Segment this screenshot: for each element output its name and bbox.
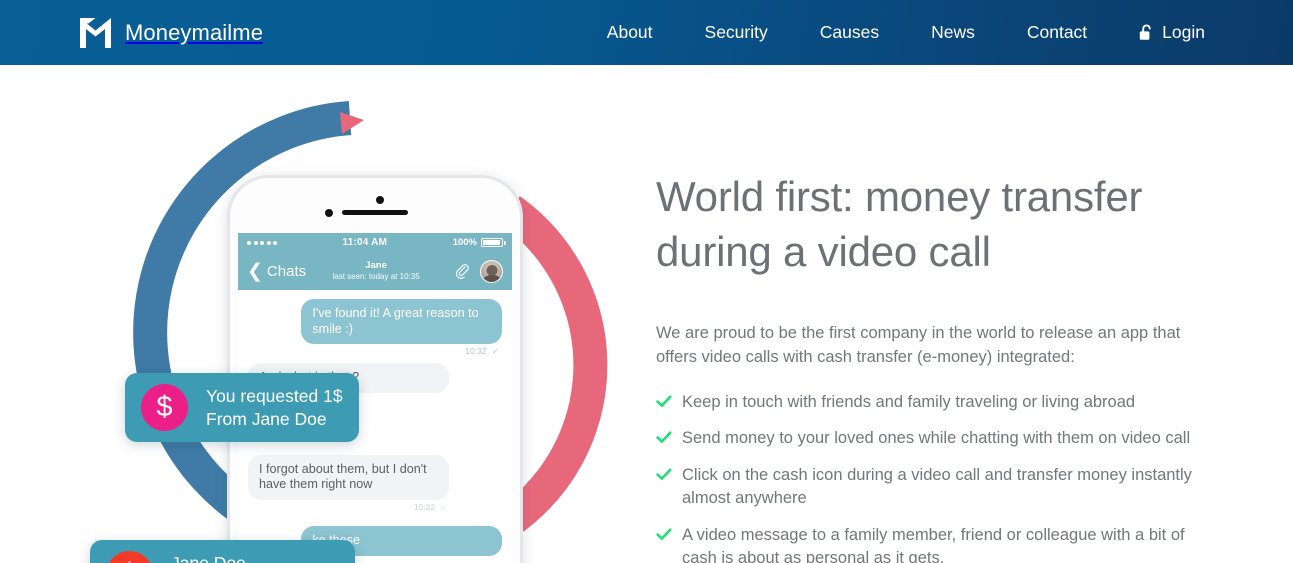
nav-item-security[interactable]: Security <box>705 22 768 43</box>
brand-name: Moneymailme <box>125 19 264 45</box>
nav-item-news[interactable]: News <box>931 22 975 43</box>
check-icon <box>656 468 672 480</box>
login-label: Login <box>1162 22 1205 42</box>
page-title: World first: money transfer during a vid… <box>656 173 1143 275</box>
chat-peer-last-seen: last seen: today at 10:35 <box>332 271 420 281</box>
open-padlock-icon <box>1139 24 1151 40</box>
site-header: Moneymailme About Security Causes News C… <box>0 0 1293 65</box>
status-bar-time: 11:04 AM <box>342 237 388 248</box>
chat-message-text: I forgot about them, but I don't have th… <box>248 454 449 501</box>
transaction-line-1: Jane Doe <box>171 552 339 563</box>
benefit-list-item: Click on the cash icon during a video ca… <box>656 464 1212 511</box>
hero-section: 11:04 AM 100% ❮ Chats Jane last seen: to… <box>0 65 1293 563</box>
paperclip-icon[interactable] <box>454 263 471 280</box>
check-icon <box>656 431 672 444</box>
chat-message-tick-icon: ○ <box>440 502 446 513</box>
benefit-list: Keep in touch with friends and family tr… <box>656 391 1236 563</box>
chat-message-meta: 10:32 ○ <box>248 502 449 512</box>
status-bar-battery: 100% <box>452 237 506 248</box>
transaction-card-denied[interactable]: $ Jane Doe Denied to Transfer 1$ <box>90 540 356 563</box>
chat-message-time: 10:32 <box>413 502 436 513</box>
chat-message-time: 10:32 <box>465 346 487 357</box>
signal-strength-dots-icon <box>247 240 277 245</box>
chevron-left-icon[interactable]: ❮ <box>247 262 263 281</box>
main-navigation: About Security Causes News Contact Login <box>555 22 1205 43</box>
dollar-coin-icon: $ <box>106 551 153 563</box>
chat-peer-info: Jane last seen: today at 10:35 <box>298 259 454 281</box>
check-icon <box>656 395 672 407</box>
chat-message-incoming: I forgot about them, but I don't have th… <box>248 454 449 512</box>
chat-header-bar: ❮ Chats Jane last seen: today at 10:35 <box>238 252 512 290</box>
benefit-text: Keep in touch with friends and family tr… <box>682 393 1136 412</box>
benefit-text: Send money to your loved ones while chat… <box>682 429 1191 448</box>
login-button[interactable]: Login <box>1139 22 1205 43</box>
brand-logo-link[interactable]: Moneymailme <box>78 16 263 50</box>
check-icon <box>656 528 672 540</box>
chat-message-meta: 10:32 ✓ <box>301 346 502 357</box>
phone-camera-icon <box>325 209 333 217</box>
battery-level-label: 100% <box>452 237 477 248</box>
chat-message-tick-icon: ✓ <box>491 346 499 357</box>
nav-item-causes[interactable]: Causes <box>820 22 879 43</box>
pink-arrow-tip <box>340 112 364 134</box>
nav-item-contact[interactable]: Contact <box>1027 22 1087 43</box>
transaction-card-text: You requested 1$ From Jane Doe <box>206 385 343 430</box>
chat-peer-avatar[interactable] <box>480 259 503 283</box>
benefit-list-item: A video message to a family member, frie… <box>656 524 1212 563</box>
phone-sensor-icon <box>376 196 384 204</box>
hero-illustration: 11:04 AM 100% ❮ Chats Jane last seen: to… <box>0 65 650 563</box>
phone-status-bar: 11:04 AM 100% <box>238 233 512 252</box>
transaction-card-text: Jane Doe Denied to Transfer 1$ <box>171 552 339 563</box>
chat-message-outgoing: I've found it! A great reason to smile :… <box>301 299 502 357</box>
battery-full-icon <box>481 238 506 247</box>
phone-speaker-icon <box>342 210 408 215</box>
hero-copy-column: World first: money transfer during a vid… <box>656 65 1236 563</box>
benefit-list-item: Keep in touch with friends and family tr… <box>656 391 1212 414</box>
dollar-coin-icon: $ <box>141 384 188 431</box>
benefit-list-item: Send money to your loved ones while chat… <box>656 427 1212 450</box>
transaction-line-2: From Jane Doe <box>206 408 327 429</box>
chat-message-text: I've found it! A great reason to smile :… <box>301 299 502 345</box>
transaction-line-1: You requested 1$ <box>206 386 343 407</box>
benefit-text: A video message to a family member, frie… <box>682 525 1185 563</box>
moneymailme-m-logo-icon <box>80 17 111 48</box>
nav-item-about[interactable]: About <box>607 22 653 43</box>
chat-peer-name: Jane <box>365 259 387 271</box>
hero-description: We are proud to be the first company in … <box>656 324 1181 366</box>
phone-mockup: 11:04 AM 100% ❮ Chats Jane last seen: to… <box>227 175 523 563</box>
transaction-card-request[interactable]: $ You requested 1$ From Jane Doe <box>125 373 359 442</box>
benefit-text: Click on the cash icon during a video ca… <box>682 465 1192 508</box>
